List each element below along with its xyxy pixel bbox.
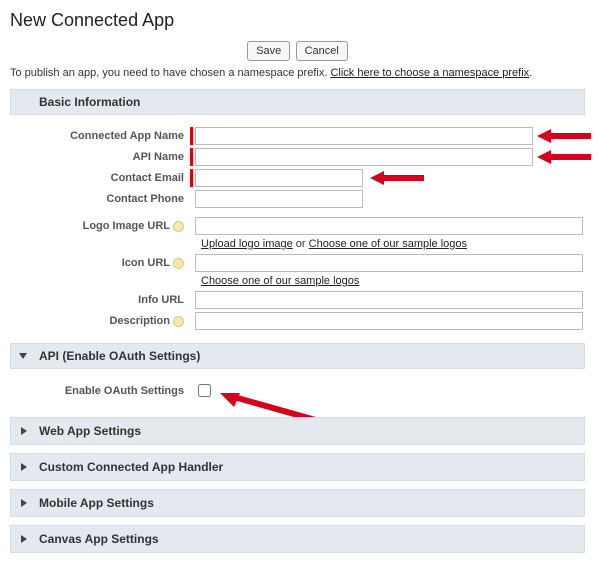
row-contact-email: Contact Email [10,169,585,187]
label-api-name: API Name [10,151,190,163]
section-basic-information: Basic Information [10,89,585,115]
label-enable-oauth: Enable OAuth Settings [10,385,190,397]
chevron-down-icon [19,353,27,359]
required-indicator-empty [190,382,193,400]
label-contact-phone: Contact Phone [10,193,190,205]
input-connected-app-name[interactable] [195,127,533,145]
basic-info-form: Connected App Name API Name Contact Emai… [10,123,585,343]
row-description: Description [10,312,585,330]
row-logo-image-url: Logo Image URL [10,217,585,235]
section-api-oauth[interactable]: API (Enable OAuth Settings) [10,343,585,369]
row-info-url: Info URL [10,291,585,309]
input-icon-url[interactable] [195,254,583,272]
required-indicator [190,169,193,187]
label-info-url: Info URL [10,294,190,306]
row-api-name: API Name [10,148,585,166]
row-icon-url: Icon URL [10,254,585,272]
required-indicator-empty [190,291,193,309]
required-indicator-empty [190,190,193,208]
or-text: or [293,238,309,250]
input-info-url[interactable] [195,291,583,309]
logo-links-row: Upload logo image or Choose one of our s… [201,238,585,250]
action-button-row: Save Cancel [10,41,585,61]
checkbox-enable-oauth[interactable] [198,384,211,397]
row-connected-app-name: Connected App Name [10,127,585,145]
choose-sample-logos-link[interactable]: Choose one of our sample logos [309,238,467,250]
chevron-right-icon [21,535,27,543]
publish-note: To publish an app, you need to have chos… [10,67,585,79]
row-enable-oauth: Enable OAuth Settings [10,381,585,400]
section-web-title: Web App Settings [39,424,141,438]
section-mobile-app-settings[interactable]: Mobile App Settings [10,489,585,517]
help-icon[interactable] [173,316,184,327]
label-logo-image-url: Logo Image URL [10,220,190,232]
section-custom-handler[interactable]: Custom Connected App Handler [10,453,585,481]
input-api-name[interactable] [195,148,533,166]
input-description[interactable] [195,312,583,330]
required-indicator-empty [190,217,193,235]
annotation-arrow-icon [370,170,424,186]
publish-note-text: To publish an app, you need to have chos… [10,67,330,79]
section-api-title: API (Enable OAuth Settings) [39,349,200,363]
publish-note-tail: . [529,67,532,79]
label-description: Description [10,315,190,327]
label-connected-app-name: Connected App Name [10,130,190,142]
choose-sample-logos-link-2[interactable]: Choose one of our sample logos [201,275,359,287]
help-icon[interactable] [173,258,184,269]
section-handler-title: Custom Connected App Handler [39,460,223,474]
cancel-button[interactable]: Cancel [296,41,348,61]
input-contact-phone[interactable] [195,190,363,208]
annotation-arrow-icon [537,149,591,165]
annotation-arrow-icon [537,128,591,144]
oauth-body: Enable OAuth Settings [10,377,585,417]
required-indicator-empty [190,312,193,330]
page-title: New Connected App [10,10,585,31]
help-icon[interactable] [173,221,184,232]
chevron-right-icon [21,427,27,435]
required-indicator [190,148,193,166]
input-logo-image-url[interactable] [195,217,583,235]
label-icon-url: Icon URL [10,257,190,269]
section-basic-title: Basic Information [39,95,140,109]
section-web-app-settings[interactable]: Web App Settings [10,417,585,445]
save-button[interactable]: Save [247,41,290,61]
upload-logo-link[interactable]: Upload logo image [201,238,293,250]
section-canvas-app-settings[interactable]: Canvas App Settings [10,525,585,553]
choose-namespace-link[interactable]: Click here to choose a namespace prefix [330,67,529,79]
required-indicator [190,127,193,145]
section-canvas-title: Canvas App Settings [39,532,159,546]
chevron-right-icon [21,463,27,471]
icon-links-row: Choose one of our sample logos [201,275,585,287]
input-contact-email[interactable] [195,169,363,187]
section-mobile-title: Mobile App Settings [39,496,154,510]
row-contact-phone: Contact Phone [10,190,585,208]
required-indicator-empty [190,254,193,272]
chevron-right-icon [21,499,27,507]
label-contact-email: Contact Email [10,172,190,184]
